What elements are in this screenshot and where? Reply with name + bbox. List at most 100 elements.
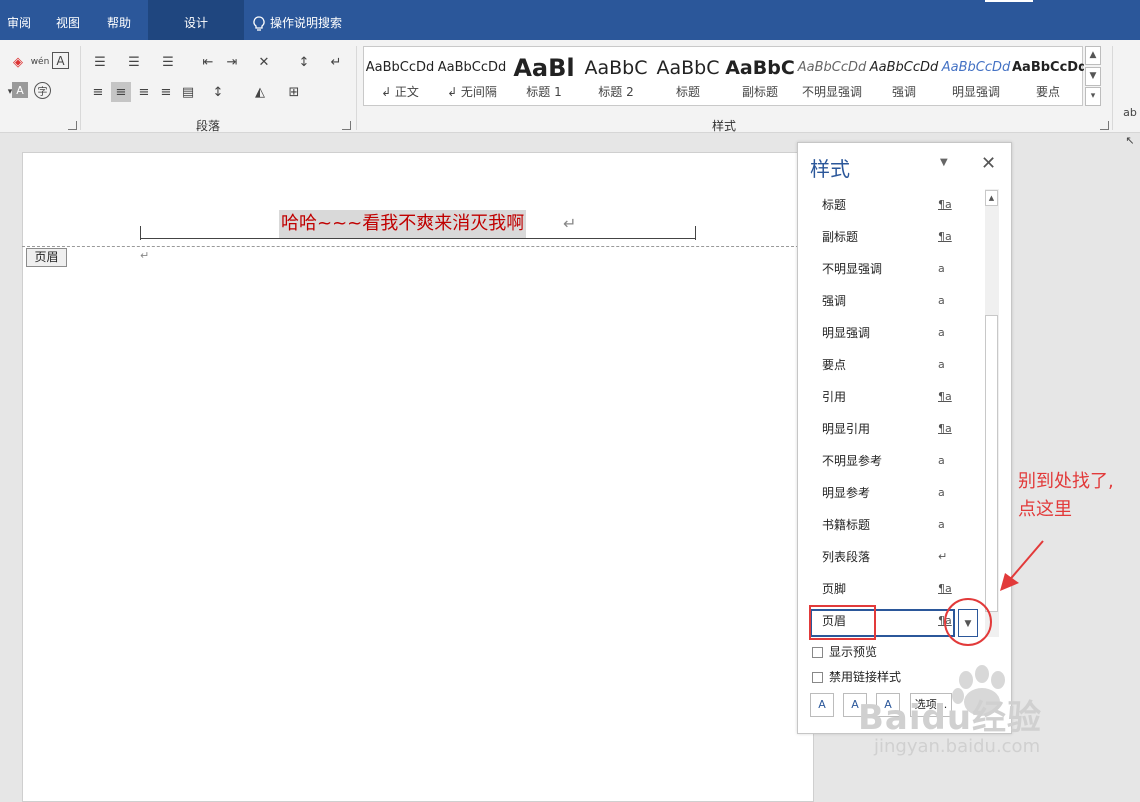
style-item[interactable]: 要点 a [810, 349, 980, 381]
bullets-icon[interactable]: ☰ [90, 52, 110, 72]
style-gallery: AaBbCcDd ↲ 正文 AaBbCcDd ↲ 无间隔 AaBl 标题 1 AaBb… [363, 46, 1084, 106]
search-label: 操作说明搜索 [270, 16, 343, 30]
decrease-indent-icon[interactable]: ⇤ [198, 52, 218, 72]
style-preview: AaBbCcDd [941, 60, 1011, 75]
style-item[interactable]: 页脚 ¶a [810, 573, 980, 605]
gallery-style-subtle-emphasis[interactable]: AaBbCcDd 不明显强调 [796, 47, 868, 105]
gallery-style-heading2[interactable]: AaBbC 标题 2 [580, 47, 652, 105]
header-border [140, 238, 696, 239]
gallery-style-intense-emphasis[interactable]: AaBbCcDd 明显强调 [940, 47, 1012, 105]
font-launcher-icon[interactable] [68, 121, 77, 130]
paragraph-style-icon: ¶a [938, 582, 952, 595]
paragraph-style-icon: ¶a [938, 390, 952, 403]
style-item-label: 不明显强调 [822, 262, 883, 276]
justify-icon[interactable]: ≡ [156, 82, 176, 102]
style-item[interactable]: 不明显强调 a [810, 253, 980, 285]
tell-me-search[interactable]: 操作说明搜索 [252, 0, 382, 40]
increase-indent-icon[interactable]: ⇥ [222, 52, 242, 72]
style-item[interactable]: 副标题 ¶a [810, 221, 980, 253]
numbering-icon[interactable]: ☰ [124, 52, 144, 72]
style-name: 标题 [675, 85, 700, 99]
close-icon[interactable]: ✕ [981, 153, 996, 174]
clear-format-icon[interactable]: ◈ [8, 52, 28, 72]
ribbon-tab-bar: 审阅 视图 帮助 设计 操作说明搜索 [0, 0, 1140, 40]
style-item-label: 副标题 [822, 230, 859, 244]
align-left-icon[interactable]: ≡ [88, 82, 108, 102]
pane-title: 样式 [810, 157, 850, 181]
char-shading-icon[interactable]: A [12, 82, 28, 98]
paragraph-mark: ↵ [140, 249, 150, 262]
character-style-icon: a [938, 326, 945, 339]
show-preview-checkbox[interactable] [812, 647, 823, 658]
style-preview: AaBl [513, 54, 575, 82]
tab-help[interactable]: 帮助 [100, 0, 138, 40]
styles-launcher-icon[interactable] [1100, 121, 1109, 130]
show-marks-icon[interactable]: ↵ [326, 52, 346, 72]
annotation-line: 别到处找了, [1018, 471, 1114, 492]
style-item[interactable]: 标题 ¶a [810, 189, 980, 221]
ribbon: ◈ wén A ▾ A 字 ☰ ☰ ☰ ⇤ ⇥ ✕ ↕ ↵ ≡ ≡ ≡ ≡ ▤ … [0, 40, 1140, 147]
multilevel-list-icon[interactable]: ☰ [158, 52, 178, 72]
gallery-style-title[interactable]: AaBbC 标题 [652, 47, 724, 105]
paragraph-style-icon: ¶a [938, 422, 952, 435]
gallery-more-icon[interactable]: ▾ [1085, 87, 1101, 106]
tab-design[interactable]: 设计 [148, 0, 244, 40]
watermark-brand: Baidu经验 [858, 698, 1043, 738]
gallery-up-icon[interactable]: ▲ [1085, 46, 1101, 65]
style-name: 不明显强调 [801, 85, 862, 99]
style-item[interactable]: 书籍标题 a [810, 509, 980, 541]
gallery-style-emphasis[interactable]: AaBbCcDd 强调 [868, 47, 940, 105]
sort-icon[interactable]: ↕ [294, 52, 314, 72]
align-right-icon[interactable]: ≡ [134, 82, 154, 102]
pane-options-dropdown-icon[interactable]: ▼ [940, 157, 948, 168]
style-item[interactable]: 明显强调 a [810, 317, 980, 349]
gallery-style-strong[interactable]: AaBbCcDd 要点 [1012, 47, 1084, 105]
style-preview: AaBbCcDd [797, 60, 867, 75]
character-style-icon: a [938, 262, 945, 275]
select-icon[interactable]: ↖ [1120, 130, 1140, 150]
char-border-icon[interactable]: A [52, 52, 69, 69]
style-item[interactable]: 不明显参考 a [810, 445, 980, 477]
annotation-arrow-icon [1000, 540, 1044, 591]
disable-linked-checkbox[interactable] [812, 672, 823, 683]
align-center-icon[interactable]: ≡ [111, 82, 131, 102]
gallery-style-normal[interactable]: AaBbCcDd ↲ 正文 [364, 47, 436, 105]
tab-review[interactable]: 审阅 [0, 0, 38, 40]
style-list: 标题 ¶a 副标题 ¶a 不明显强调 a 强调 a 明显强调 a 要点 a 引用 ¶a 明显引… [810, 189, 982, 639]
phonetic-guide-icon[interactable]: wén [30, 52, 50, 72]
annotation-text: 别到处找了, 点这里 [1018, 468, 1114, 524]
watermark: Baidu经验 jingyan.baidu.com [858, 662, 1098, 772]
character-style-icon: a [938, 454, 945, 467]
divider [356, 46, 357, 130]
gallery-style-no-spacing[interactable]: AaBbCcDd ↲ 无间隔 [436, 47, 508, 105]
style-preview: AaBbCcDd [869, 60, 939, 75]
style-name: 明显强调 [951, 85, 1000, 99]
watermark-url: jingyan.baidu.com [874, 736, 1041, 757]
character-style-icon: a [938, 486, 945, 499]
window-indicator [985, 0, 1033, 2]
tab-view[interactable]: 视图 [50, 0, 86, 40]
new-style-icon[interactable]: A [810, 693, 834, 717]
scroll-up-icon[interactable]: ▲ [985, 190, 998, 206]
style-name: 标题 2 [598, 85, 634, 99]
shading-icon[interactable]: ◭ [250, 82, 270, 102]
header-text[interactable]: 哈哈~~~看我不爽来消灭我啊 [279, 210, 527, 238]
gallery-style-heading1[interactable]: AaBl 标题 1 [508, 47, 580, 105]
paragraph-launcher-icon[interactable] [342, 121, 351, 130]
gallery-style-subtitle[interactable]: AaBbC 副标题 [724, 47, 796, 105]
style-item[interactable]: 引用 ¶a [810, 381, 980, 413]
style-item[interactable]: 强调 a [810, 285, 980, 317]
style-name: 要点 [1035, 85, 1060, 99]
style-item[interactable]: 列表段落 ↵ [810, 541, 980, 573]
distributed-icon[interactable]: ▤ [178, 82, 198, 102]
borders-icon[interactable]: ⊞ [284, 82, 304, 102]
style-item[interactable]: 明显参考 a [810, 477, 980, 509]
gallery-down-icon[interactable]: ▼ [1085, 67, 1101, 86]
replace-icon[interactable]: ab [1120, 102, 1140, 122]
enclose-char-icon[interactable]: 字 [34, 82, 51, 99]
group-label-styles: 样式 [712, 119, 737, 133]
line-spacing-icon[interactable]: ↕ [208, 82, 228, 102]
chinese-layout-icon[interactable]: ✕ [254, 52, 274, 72]
style-item[interactable]: 明显引用 ¶a [810, 413, 980, 445]
divider [80, 46, 81, 130]
